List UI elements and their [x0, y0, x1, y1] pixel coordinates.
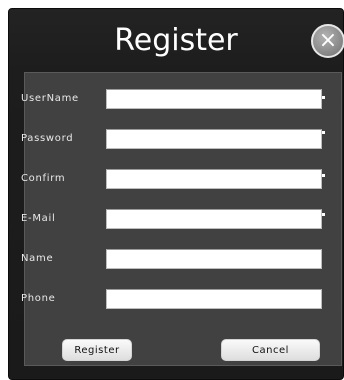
phone-label: Phone — [21, 293, 56, 304]
username-field[interactable] — [106, 89, 322, 109]
email-field[interactable] — [106, 209, 322, 229]
confirm-label: Confirm — [21, 173, 66, 184]
dialog-title: Register — [114, 23, 238, 58]
phone-field[interactable] — [106, 289, 322, 309]
cancel-button[interactable]: Cancel — [221, 339, 320, 361]
confirm-required-marker — [322, 174, 325, 177]
name-field[interactable] — [106, 249, 322, 269]
email-label: E-Mail — [21, 213, 56, 224]
close-icon: × — [318, 28, 338, 53]
confirm-password-field[interactable] — [106, 169, 322, 189]
name-label: Name — [21, 253, 54, 264]
username-label: UserName — [21, 93, 79, 104]
username-required-marker — [322, 96, 325, 99]
password-field[interactable] — [106, 129, 322, 149]
close-button[interactable]: × — [311, 24, 344, 58]
password-label: Password — [21, 133, 74, 144]
password-required-marker — [322, 131, 325, 134]
register-button[interactable]: Register — [62, 339, 132, 361]
email-required-marker — [322, 213, 325, 216]
